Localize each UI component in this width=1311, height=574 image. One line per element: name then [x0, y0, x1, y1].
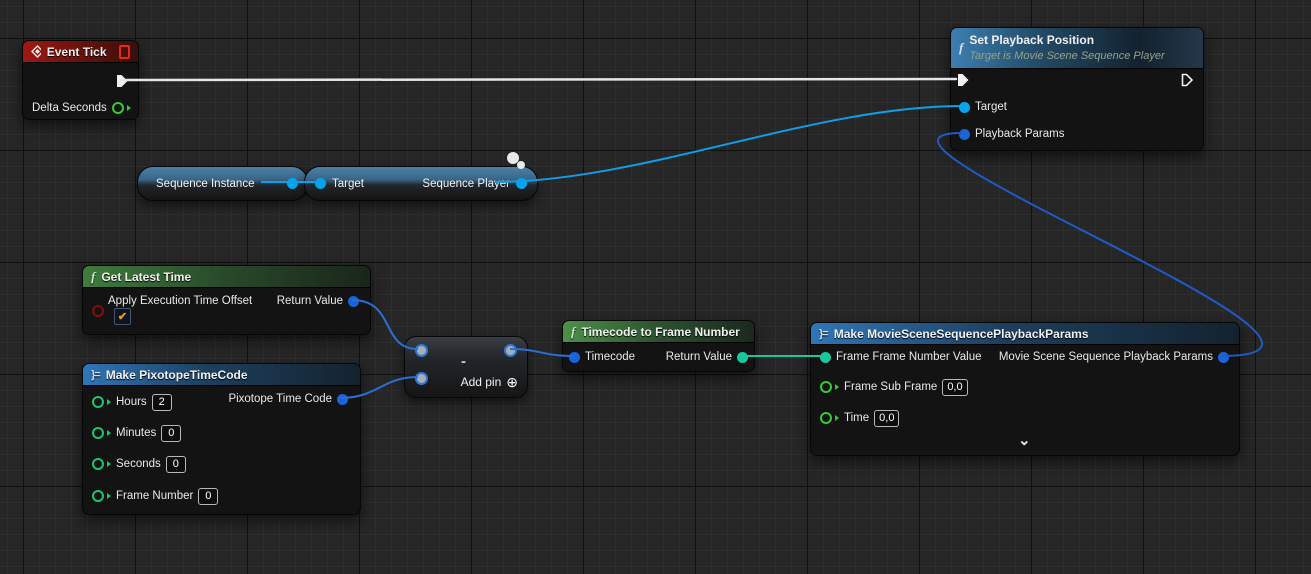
get-latest-time-header[interactable]: f Get Latest Time: [83, 266, 370, 288]
node-make-pixotope-timecode[interactable]: }= Make PixotopeTimeCode Hours 2 Minutes…: [82, 363, 361, 515]
pin-label-apply-execution-time-offset: Apply Execution Time Offset: [108, 295, 252, 307]
check-icon: ✔: [118, 310, 127, 323]
pin-label-movie-scene-sequence-playback-params: Movie Scene Sequence Playback Params: [999, 351, 1213, 363]
seconds-input-pin[interactable]: [92, 458, 104, 470]
delta-seconds-pin[interactable]: [112, 102, 124, 114]
node-subtract[interactable]: - Add pin ⊕: [404, 336, 528, 398]
pin-arrow: [835, 415, 839, 421]
frame-number-value-field[interactable]: 0: [198, 488, 218, 505]
node-title: Make PixotopeTimeCode: [106, 368, 248, 382]
target-input-pin[interactable]: [315, 178, 326, 189]
pin-arrow: [127, 105, 131, 111]
frame-number-input-pin[interactable]: [92, 490, 104, 502]
pin-label-frame-number: Frame Number: [116, 490, 193, 502]
function-icon: f: [959, 40, 963, 56]
exec-wire[interactable]: [121, 79, 956, 80]
set-playback-position-header[interactable]: f Set Playback Position Target is Movie …: [951, 28, 1203, 69]
node-title: Event Tick: [47, 45, 107, 59]
event-tick-header[interactable]: Event Tick: [23, 41, 138, 63]
subtract-input-pin-b[interactable]: [415, 372, 428, 385]
pin-label-return-value: Return Value: [277, 295, 343, 307]
target-input-pin[interactable]: [959, 102, 970, 113]
node-timecode-to-frame-number[interactable]: f Timecode to Frame Number Timecode Retu…: [562, 320, 755, 372]
apply-execution-time-offset-checkbox[interactable]: ✔: [114, 308, 131, 325]
node-get-latest-time[interactable]: f Get Latest Time Apply Execution Time O…: [82, 265, 371, 335]
timecode-input-pin[interactable]: [569, 352, 580, 363]
pin-label-time: Time: [844, 412, 869, 424]
pin-arrow: [107, 493, 111, 499]
pin-label-sequence-player: Sequence Player: [422, 178, 510, 190]
frame-sub-frame-value-field[interactable]: 0,0: [942, 379, 967, 396]
node-sequence-instance[interactable]: Sequence Instance: [137, 166, 308, 201]
pin-label-target: Target: [975, 101, 1007, 113]
node-event-tick[interactable]: Event Tick Delta Seconds: [22, 40, 139, 120]
add-pin-button[interactable]: Add pin ⊕: [461, 375, 518, 389]
pin-arrow: [107, 430, 111, 436]
add-pin-label: Add pin: [461, 375, 502, 389]
pin-arrow: [107, 399, 111, 405]
variable-label: Sequence Instance: [156, 178, 254, 190]
minutes-value-field[interactable]: 0: [161, 425, 181, 442]
frame-frame-number-value-input-pin[interactable]: [820, 352, 831, 363]
expand-node-chevron[interactable]: ⌄: [1018, 436, 1031, 446]
comment-bubble-icon[interactable]: [503, 150, 529, 172]
pin-label-hours: Hours: [116, 396, 147, 408]
subtract-operator: -: [461, 353, 466, 370]
pin-label-seconds: Seconds: [116, 458, 161, 470]
pixotope-time-code-output-pin[interactable]: [337, 394, 348, 405]
subtract-output-pin[interactable]: [504, 344, 517, 357]
pin-label-frame-frame-number-value: Frame Frame Number Value: [836, 351, 982, 363]
object-wire-sequence-player[interactable]: [495, 106, 962, 182]
make-playback-params-header[interactable]: }= Make MovieSceneSequencePlaybackParams: [811, 323, 1239, 345]
add-pin-icon: ⊕: [506, 375, 518, 389]
pin-label-frame-sub-frame: Frame Sub Frame: [844, 381, 937, 393]
node-title: Get Latest Time: [101, 270, 191, 284]
node-title: Set Playback Position: [969, 32, 1164, 48]
pin-label-pixotope-time-code: Pixotope Time Code: [228, 393, 332, 405]
subtract-input-pin-a[interactable]: [415, 344, 428, 357]
make-struct-icon: }=: [819, 328, 828, 340]
node-subtitle: Target is Movie Scene Sequence Player: [969, 49, 1164, 64]
pin-label-playback-params: Playback Params: [975, 128, 1064, 140]
playback-params-input-pin[interactable]: [959, 129, 970, 140]
editor-only-icon: [119, 45, 130, 59]
seconds-value-field[interactable]: 0: [166, 456, 186, 473]
node-set-playback-position[interactable]: f Set Playback Position Target is Movie …: [950, 27, 1204, 151]
event-icon: [31, 45, 41, 58]
minutes-input-pin[interactable]: [92, 427, 104, 439]
make-struct-icon: }=: [91, 369, 100, 381]
pin-arrow: [835, 384, 839, 390]
hours-value-field[interactable]: 2: [152, 394, 172, 411]
return-value-output-pin[interactable]: [348, 296, 359, 307]
pin-label-minutes: Minutes: [116, 427, 156, 439]
exec-input-pin[interactable]: [957, 73, 971, 87]
exec-output-pin[interactable]: [1181, 73, 1195, 87]
pin-label-target: Target: [332, 178, 364, 190]
playback-params-output-pin[interactable]: [1218, 352, 1229, 363]
node-make-movie-scene-sequence-playback-params[interactable]: }= Make MovieSceneSequencePlaybackParams…: [810, 322, 1240, 456]
pin-label-delta-seconds: Delta Seconds: [32, 102, 107, 114]
pin-label-return-value: Return Value: [666, 351, 732, 363]
make-pixotope-timecode-header[interactable]: }= Make PixotopeTimeCode: [83, 364, 360, 386]
time-value-field[interactable]: 0,0: [874, 410, 899, 427]
function-icon: f: [91, 269, 95, 285]
pin-label-timecode: Timecode: [585, 351, 635, 363]
blueprint-graph-canvas[interactable]: Event Tick Delta Seconds Sequence Instan…: [0, 0, 1311, 574]
exec-output-pin[interactable]: [116, 74, 130, 88]
time-input-pin[interactable]: [820, 412, 832, 424]
pin-arrow: [107, 461, 111, 467]
node-title: Make MovieSceneSequencePlaybackParams: [834, 327, 1089, 341]
sequence-instance-output-pin[interactable]: [287, 178, 298, 189]
node-title: Timecode to Frame Number: [581, 325, 739, 339]
return-value-output-pin[interactable]: [737, 352, 748, 363]
function-icon: f: [571, 324, 575, 340]
frame-sub-frame-input-pin[interactable]: [820, 381, 832, 393]
timecode-to-frame-number-header[interactable]: f Timecode to Frame Number: [563, 321, 754, 343]
sequence-player-output-pin[interactable]: [516, 178, 527, 189]
apply-execution-time-offset-pin[interactable]: [92, 305, 104, 317]
hours-input-pin[interactable]: [92, 396, 104, 408]
